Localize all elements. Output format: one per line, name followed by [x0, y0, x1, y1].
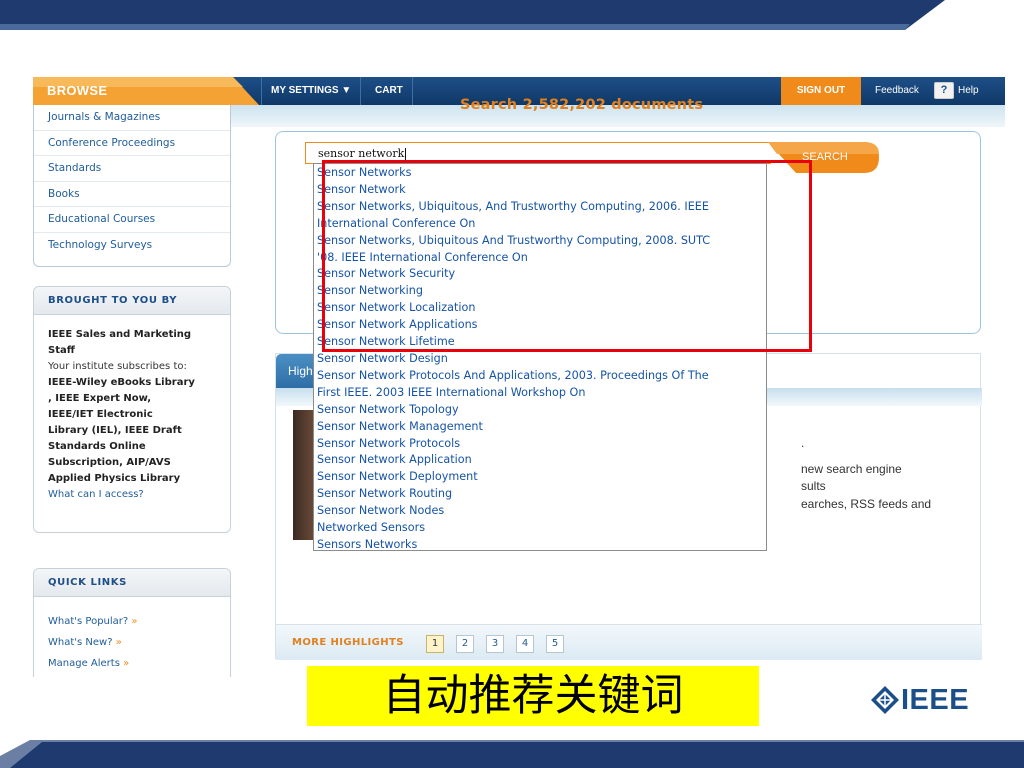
suggestion-item[interactable]: Sensor Network Topology [317, 402, 766, 419]
more-highlights-label: MORE HIGHLIGHTS [292, 637, 404, 648]
highlights-footer: MORE HIGHLIGHTS 1 2 3 4 5 [276, 624, 982, 660]
quick-link-label: What's Popular? [48, 616, 129, 627]
browse-menu: Journals & Magazines Conference Proceedi… [33, 105, 231, 267]
browse-item-journals[interactable]: Journals & Magazines [34, 105, 230, 131]
suggestion-item[interactable]: Sensor Network Protocols [317, 436, 766, 453]
suggestion-item[interactable]: Sensor Network Security [317, 266, 766, 283]
help-link[interactable]: Help [958, 77, 979, 105]
highlight-page-1[interactable]: 1 [426, 635, 444, 653]
suggestion-item[interactable]: Sensor Networks, Ubiquitous And Trustwor… [317, 233, 766, 250]
browse-item-surveys[interactable]: Technology Surveys [34, 233, 230, 259]
browse-item-conferences[interactable]: Conference Proceedings [34, 131, 230, 156]
suggestion-item[interactable]: Sensor Networks, Ubiquitous, And Trustwo… [317, 199, 766, 216]
browse-tab[interactable]: BROWSE [33, 77, 259, 105]
quick-link-label: What's New? [48, 637, 113, 648]
highlight-text: new search engine [801, 462, 902, 476]
chevron-right-icon: » [115, 637, 122, 648]
quick-links-title: QUICK LINKS [34, 569, 230, 597]
quick-link-new[interactable]: What's New? » [48, 632, 216, 653]
browse-item-books[interactable]: Books [34, 182, 230, 207]
subscription-line: Subscription, AIP/AVS [48, 457, 171, 468]
my-settings-menu[interactable]: MY SETTINGS ▼ [261, 77, 362, 105]
ieee-diamond-icon [871, 686, 899, 714]
search-count-title: Search 2,582,202 documents [460, 97, 704, 113]
brought-to-you-box: BROUGHT TO YOU BY IEEE Sales and Marketi… [33, 286, 231, 533]
suggestion-item[interactable]: Sensor Network Nodes [317, 503, 766, 520]
highlight-page-3[interactable]: 3 [486, 635, 504, 653]
suggestion-item[interactable]: International Conference On [317, 216, 766, 233]
suggestion-item[interactable]: Sensors Networks [317, 537, 766, 554]
suggestion-item[interactable]: Sensor Network Protocols And Application… [317, 368, 766, 385]
suggestion-item[interactable]: Sensor Network Localization [317, 300, 766, 317]
feedback-link[interactable]: Feedback [875, 77, 919, 105]
slide-caption: 自动推荐关键词 [307, 666, 759, 726]
suggestion-item[interactable]: Sensor Network Application [317, 452, 766, 469]
suggestion-item[interactable]: Sensor Networks [317, 165, 766, 182]
suggestion-item[interactable]: Sensor Network Design [317, 351, 766, 368]
subscription-line: Standards Online [48, 441, 146, 452]
help-icon[interactable]: ? [934, 82, 954, 99]
brought-to-you-title: BROUGHT TO YOU BY [34, 287, 230, 315]
search-button[interactable]: SEARCH [768, 142, 879, 173]
highlight-text: earches, RSS feeds and [801, 497, 932, 511]
subscription-line: IEEE/IET Electronic [48, 409, 153, 420]
suggestion-item[interactable]: '08. IEEE International Conference On [317, 250, 766, 267]
ieee-logo-text: IEEE [901, 684, 970, 716]
chevron-right-icon: » [123, 658, 130, 669]
browse-label: BROWSE [47, 83, 108, 98]
subscriber-name: IEEE Sales and Marketing Staff [48, 329, 192, 356]
chevron-right-icon: » [131, 616, 138, 627]
autocomplete-dropdown: Sensor Networks Sensor Network Sensor Ne… [313, 163, 767, 551]
suggestion-item[interactable]: Sensor Network Applications [317, 317, 766, 334]
suggestion-item[interactable]: Sensor Network [317, 182, 766, 199]
slide-bottom-band [0, 740, 1024, 768]
search-input[interactable]: sensor network [305, 142, 771, 164]
search-button-label: SEARCH [802, 151, 848, 163]
suggestion-item[interactable]: Networked Sensors [317, 520, 766, 537]
highlight-text: . [801, 436, 805, 450]
slide-top-band [0, 0, 945, 30]
quick-links-box: QUICK LINKS What's Popular? » What's New… [33, 568, 231, 677]
cart-link[interactable]: CART [366, 77, 413, 105]
highlight-page-5[interactable]: 5 [546, 635, 564, 653]
subscribes-label: Your institute subscribes to: [48, 361, 187, 372]
sign-out-button[interactable]: SIGN OUT [781, 77, 861, 105]
highlight-text: sults [801, 479, 826, 493]
suggestion-item[interactable]: Sensor Network Management [317, 419, 766, 436]
highlight-page-4[interactable]: 4 [516, 635, 534, 653]
what-can-i-access-link[interactable]: What can I access? [48, 487, 216, 503]
subscription-line: Library (IEL), IEEE Draft [48, 425, 182, 436]
subscription-line: IEEE-Wiley eBooks Library [48, 377, 195, 388]
browse-item-standards[interactable]: Standards [34, 156, 230, 182]
quick-link-alerts[interactable]: Manage Alerts » [48, 653, 216, 674]
ieee-logo: IEEE [871, 684, 995, 720]
suggestion-item[interactable]: Sensor Network Deployment [317, 469, 766, 486]
highlight-page-2[interactable]: 2 [456, 635, 474, 653]
suggestion-item[interactable]: Sensor Network Routing [317, 486, 766, 503]
quick-link-label: Manage Alerts [48, 658, 120, 669]
subscription-line: , IEEE Expert Now, [48, 393, 152, 404]
suggestion-item[interactable]: Sensor Networking [317, 283, 766, 300]
subscription-line: Applied Physics Library [48, 473, 181, 484]
suggestion-item[interactable]: Sensor Network Lifetime [317, 334, 766, 351]
browse-item-courses[interactable]: Educational Courses [34, 207, 230, 233]
quick-link-popular[interactable]: What's Popular? » [48, 611, 216, 632]
suggestion-item[interactable]: First IEEE. 2003 IEEE International Work… [317, 385, 766, 402]
